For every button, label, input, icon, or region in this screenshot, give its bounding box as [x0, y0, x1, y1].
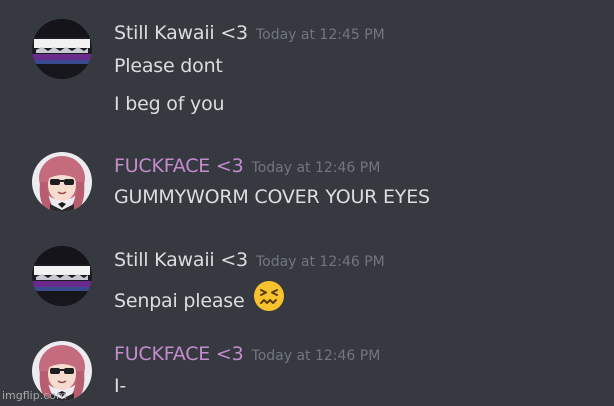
- timestamp: Today at 12:45 PM: [255, 27, 385, 43]
- message-text: I beg of you: [114, 93, 225, 115]
- message-text: Senpai please: [114, 290, 245, 312]
- message-text-row: Senpai please: [114, 279, 286, 321]
- message-text: Please dont: [114, 55, 223, 77]
- watermark: imgflip.com: [2, 389, 67, 402]
- author-name[interactable]: Still Kawaii <3: [114, 22, 248, 44]
- author-name[interactable]: FUCKFACE <3: [114, 343, 244, 365]
- message-text: I-: [114, 375, 127, 397]
- message-text: GUMMYWORM COVER YOUR EYES: [114, 186, 430, 208]
- timestamp: Today at 12:46 PM: [255, 254, 385, 270]
- timestamp: Today at 12:46 PM: [251, 348, 381, 364]
- band-logo-avatar[interactable]: [32, 19, 92, 79]
- author-name[interactable]: Still Kawaii <3: [114, 249, 248, 271]
- timestamp: Today at 12:46 PM: [251, 160, 381, 176]
- band-logo-avatar[interactable]: [32, 246, 92, 306]
- chat-messages: Still Kawaii <3 Today at 12:45 PM Please …: [0, 0, 614, 406]
- author-name[interactable]: FUCKFACE <3: [114, 155, 244, 177]
- anime-character-avatar[interactable]: [32, 152, 92, 212]
- confounded-face-emoji: [252, 279, 286, 318]
